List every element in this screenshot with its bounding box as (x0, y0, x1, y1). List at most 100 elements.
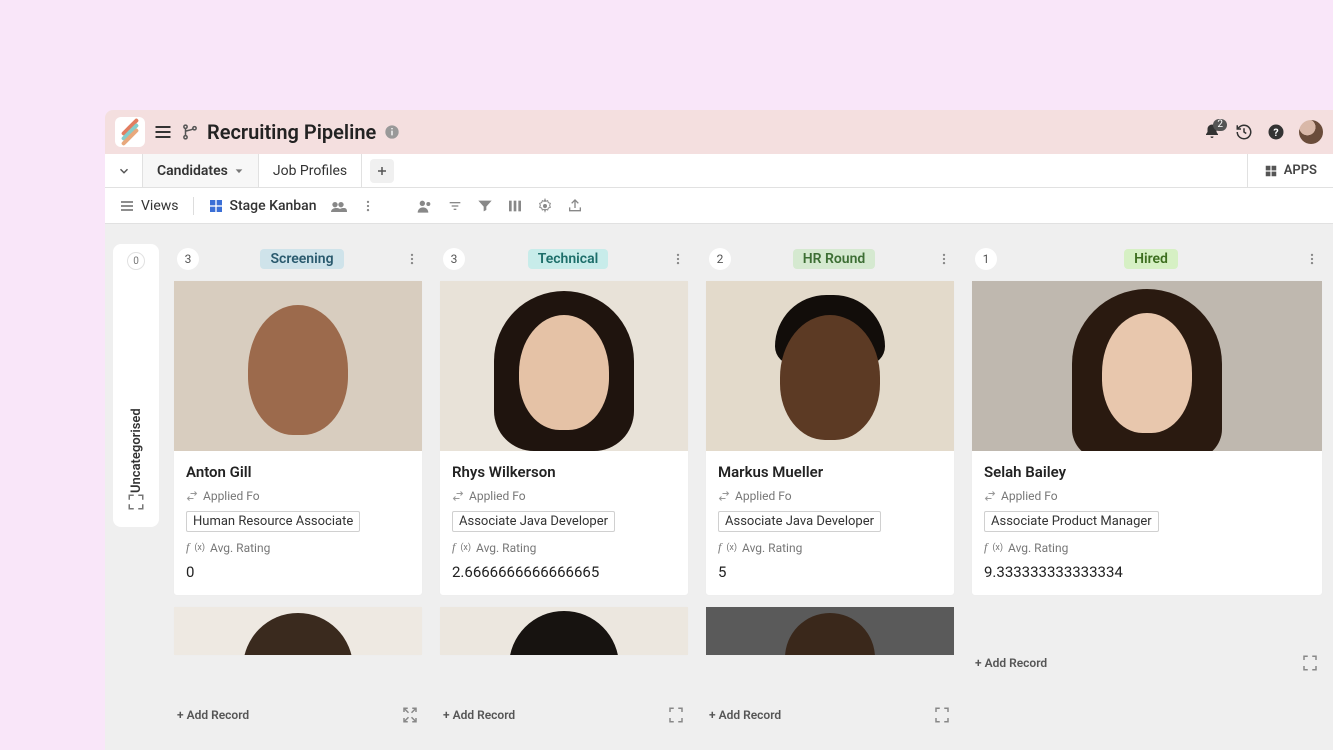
collapse-column-icon[interactable] (401, 706, 419, 724)
rating-value: 2.6666666666666665 (452, 563, 676, 581)
app-shell: Recruiting Pipeline 2 ? Candidates (105, 110, 1333, 750)
link-icon (186, 490, 198, 502)
notifications-icon[interactable]: 2 (1203, 123, 1221, 141)
candidate-photo (706, 607, 954, 655)
current-view[interactable]: Stage Kanban (208, 198, 317, 214)
link-icon (984, 490, 996, 502)
column-menu-icon[interactable] (937, 252, 951, 266)
kanban-icon (208, 198, 224, 214)
views-button[interactable]: Views (119, 198, 179, 214)
applied-for-field: Applied Fo (718, 489, 942, 503)
column-count: 0 (127, 252, 145, 270)
help-icon[interactable]: ? (1267, 123, 1285, 141)
role-tag: Associate Product Manager (984, 511, 1159, 532)
more-view-icon[interactable] (361, 199, 375, 213)
avg-rating-field: f(x) Avg. Rating (452, 540, 676, 555)
column-title: Hired (1005, 251, 1297, 267)
tab-label: Job Profiles (273, 163, 347, 179)
export-icon[interactable] (567, 198, 583, 214)
collaborators-icon[interactable] (417, 199, 433, 213)
column-menu-icon[interactable] (1305, 252, 1319, 266)
column-title: Screening (207, 251, 397, 267)
chevron-down-icon (234, 166, 244, 176)
rating-value: 9.333333333333334 (984, 563, 1310, 581)
link-icon (452, 490, 464, 502)
add-record-button[interactable]: + Add Record (443, 708, 515, 722)
rating-value: 5 (718, 563, 942, 581)
collapse-column-icon[interactable] (667, 706, 685, 724)
link-icon (718, 490, 730, 502)
collapse-column-icon[interactable] (1301, 654, 1319, 672)
candidate-photo (440, 281, 688, 451)
role-tag: Associate Java Developer (718, 511, 881, 532)
add-record-button[interactable]: + Add Record (709, 708, 781, 722)
avg-rating-field: f(x) Avg. Rating (984, 540, 1310, 555)
titlebar: Recruiting Pipeline 2 ? (105, 110, 1333, 154)
history-icon[interactable] (1235, 123, 1253, 141)
candidate-name: Rhys Wilkerson (452, 463, 676, 481)
add-tab-button[interactable] (370, 159, 394, 183)
kanban-board: 0 Uncategorised 3 Screening Anton Gill (105, 224, 1333, 750)
column-label: Uncategorised (129, 290, 144, 493)
info-icon[interactable] (384, 124, 400, 140)
apps-button[interactable]: APPS (1247, 154, 1333, 187)
column-count: 3 (177, 248, 199, 270)
settings-icon[interactable] (537, 198, 553, 214)
list-icon (119, 198, 135, 214)
tab-job-profiles[interactable]: Job Profiles (259, 154, 362, 187)
candidate-photo (440, 607, 688, 655)
apps-icon (1264, 164, 1278, 178)
hamburger-icon[interactable] (153, 122, 173, 142)
candidate-photo (972, 281, 1322, 451)
role-tag: Human Resource Associate (186, 511, 360, 532)
candidate-card[interactable]: Selah Bailey Applied Fo Associate Produc… (971, 280, 1323, 596)
candidate-photo (174, 607, 422, 655)
apps-label: APPS (1284, 163, 1317, 178)
tab-candidates[interactable]: Candidates (143, 154, 259, 187)
expand-column-icon[interactable] (127, 493, 145, 511)
view-toolbar: Views Stage Kanban (105, 188, 1333, 224)
candidate-card[interactable]: Anton Gill Applied Fo Human Resource Ass… (173, 280, 423, 596)
column-hired: 1 Hired Selah Bailey (969, 244, 1325, 672)
applied-for-field: Applied Fo (984, 489, 1310, 503)
logo[interactable] (115, 117, 145, 147)
candidate-card[interactable] (173, 606, 423, 656)
column-count: 3 (443, 248, 465, 270)
avg-rating-field: f(x) Avg. Rating (186, 540, 410, 555)
column-count: 2 (709, 248, 731, 270)
column-screening: 3 Screening Anton Gill Applied Fo H (171, 244, 425, 724)
views-label: Views (141, 198, 179, 214)
branch-icon[interactable] (181, 123, 199, 141)
applied-for-field: Applied Fo (186, 489, 410, 503)
view-name-label: Stage Kanban (230, 198, 317, 214)
columns-icon[interactable] (507, 198, 523, 214)
avg-rating-field: f(x) Avg. Rating (718, 540, 942, 555)
role-tag: Associate Java Developer (452, 511, 615, 532)
candidate-card[interactable]: Rhys Wilkerson Applied Fo Associate Java… (439, 280, 689, 596)
column-title: HR Round (739, 251, 929, 267)
add-record-button[interactable]: + Add Record (177, 708, 249, 722)
column-title: Technical (473, 251, 663, 267)
candidate-card[interactable]: Markus Mueller Applied Fo Associate Java… (705, 280, 955, 596)
column-uncategorised: 0 Uncategorised (113, 244, 159, 527)
user-avatar[interactable] (1299, 120, 1323, 144)
candidate-card[interactable] (705, 606, 955, 656)
tabbar-collapse-button[interactable] (105, 154, 143, 187)
tab-label: Candidates (157, 163, 228, 179)
collapse-column-icon[interactable] (933, 706, 951, 724)
column-menu-icon[interactable] (671, 252, 685, 266)
column-technical: 3 Technical Rhys Wilkerson (437, 244, 691, 724)
candidate-name: Selah Bailey (984, 463, 1310, 481)
candidate-card[interactable] (439, 606, 689, 656)
share-view-icon[interactable] (331, 200, 347, 212)
rating-value: 0 (186, 563, 410, 581)
sort-icon[interactable] (447, 198, 463, 214)
applied-for-field: Applied Fo (452, 489, 676, 503)
candidate-photo (706, 281, 954, 451)
column-menu-icon[interactable] (405, 252, 419, 266)
candidate-name: Markus Mueller (718, 463, 942, 481)
add-record-button[interactable]: + Add Record (975, 656, 1047, 670)
filter-icon[interactable] (477, 198, 493, 214)
candidate-photo (174, 281, 422, 451)
page-title: Recruiting Pipeline (207, 120, 376, 144)
